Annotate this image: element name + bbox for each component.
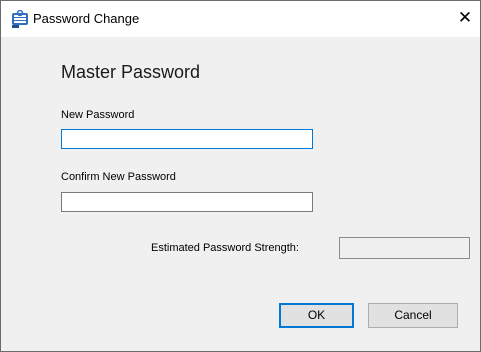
new-password-field[interactable] bbox=[61, 129, 313, 149]
strength-meter bbox=[339, 237, 470, 259]
confirm-password-label: Confirm New Password bbox=[61, 171, 176, 183]
confirm-password-field[interactable] bbox=[61, 192, 313, 212]
strength-label: Estimated Password Strength: bbox=[151, 242, 299, 254]
new-password-label: New Password bbox=[61, 109, 135, 121]
title-bar[interactable]: Password Change ✕ bbox=[1, 1, 480, 37]
cancel-button[interactable]: Cancel bbox=[368, 303, 458, 328]
dialog-heading: Master Password bbox=[61, 62, 201, 82]
close-icon[interactable]: ✕ bbox=[450, 1, 480, 37]
window-title: Password Change bbox=[33, 11, 140, 26]
keepass-lock-icon bbox=[11, 9, 29, 28]
ok-button[interactable]: OK bbox=[279, 303, 354, 328]
password-change-window: Password Change ✕ Master Password New Pa… bbox=[0, 0, 481, 352]
